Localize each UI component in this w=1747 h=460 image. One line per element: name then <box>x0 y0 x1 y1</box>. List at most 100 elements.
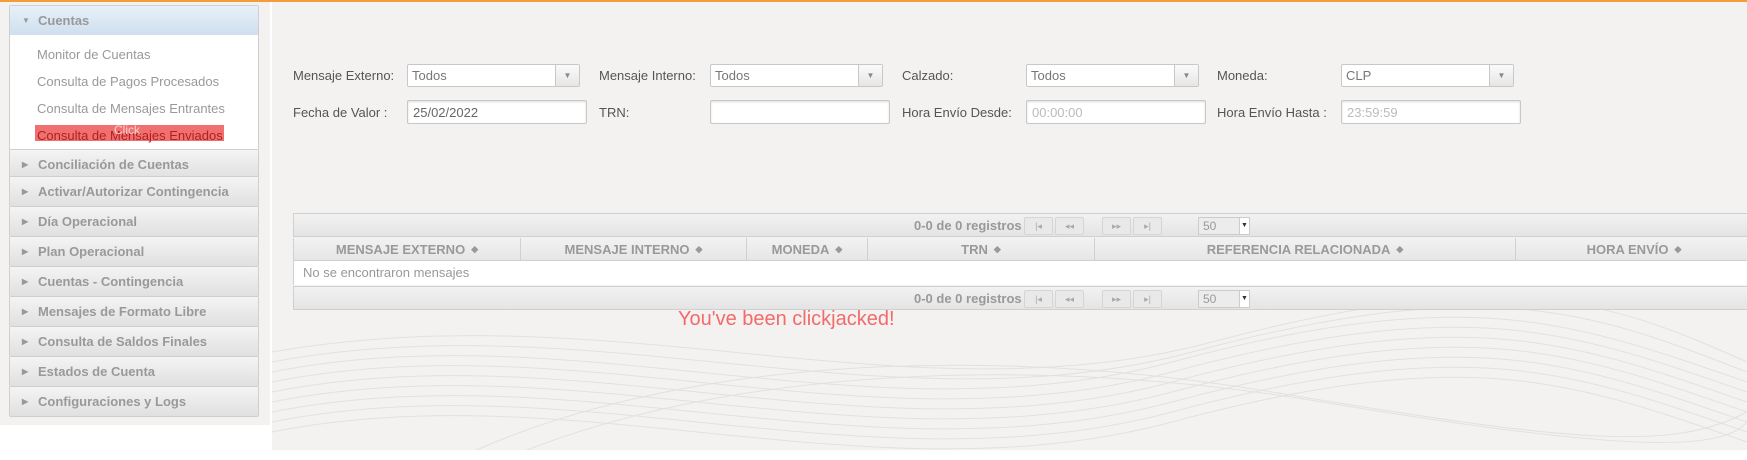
label-moneda: Moneda: <box>1217 68 1268 83</box>
column-label: TRN <box>961 241 988 257</box>
hora-desde-field[interactable] <box>1026 100 1206 124</box>
grid-header: MENSAJE EXTERNO ◆ MENSAJE INTERNO ◆ MONEDA… <box>293 238 1747 261</box>
column-label: MENSAJE INTERNO <box>564 241 690 257</box>
triangle-right-icon: ▶ <box>22 247 29 256</box>
accordion-section: ▶ Configuraciones y Logs <box>9 386 259 417</box>
select-value: Todos <box>412 68 447 83</box>
accordion-header-label: Cuentas - Contingencia <box>38 274 184 289</box>
trn-field[interactable] <box>710 100 890 124</box>
hora-hasta-field[interactable] <box>1341 100 1521 124</box>
link-consulta-pagos[interactable]: Consulta de Pagos Procesados <box>10 68 258 95</box>
triangle-right-icon: ▶ <box>22 337 29 346</box>
accordion-header-label: Día Operacional <box>38 214 137 229</box>
pager-info: 0-0 de 0 registros <box>914 291 1022 306</box>
column-label: HORA ENVÍO <box>1586 241 1669 257</box>
column-label: REFERENCIA RELACIONADA <box>1206 241 1391 257</box>
chevron-down-icon: ▼ <box>858 65 882 86</box>
next-page-icon[interactable]: ▸▸ <box>1102 217 1131 235</box>
chevron-down-icon: ▼ <box>1489 65 1513 86</box>
column-label: MENSAJE EXTERNO <box>335 241 466 257</box>
accordion-section: ▶ Activar/Autorizar Contingencia <box>9 176 259 207</box>
accordion-header-label: Mensajes de Formato Libre <box>38 304 207 319</box>
accordion-header[interactable]: ▶ Plan Operacional <box>10 237 258 266</box>
chevron-down-icon: ▼ <box>555 65 579 86</box>
accordion-header[interactable]: ▶ Activar/Autorizar Contingencia <box>10 177 258 206</box>
pager-info: 0-0 de 0 registros <box>914 218 1022 233</box>
page-size-select[interactable]: 50 ▼ <box>1198 217 1250 235</box>
triangle-right-icon: ▶ <box>22 277 29 286</box>
column-trn[interactable]: TRN ◆ <box>868 238 1095 260</box>
label-mensaje-externo: Mensaje Externo: <box>293 68 395 83</box>
select-mensaje-externo[interactable]: Todos ▼ <box>407 64 580 87</box>
column-hora-envio[interactable]: HORA ENVÍO ◆ <box>1516 238 1747 260</box>
accordion-header[interactable]: ▶ Día Operacional <box>10 207 258 236</box>
triangle-right-icon: ▶ <box>22 307 29 316</box>
label-calzado: Calzado: <box>902 68 954 83</box>
prev-page-icon[interactable]: ◂◂ <box>1055 290 1084 308</box>
link-consulta-enviados[interactable]: Consulta de Mensajes Enviados Click <box>10 122 258 149</box>
accordion-header-label: Consulta de Saldos Finales <box>38 334 208 349</box>
sort-icon: ◆ <box>1396 243 1404 254</box>
accordion-section: ▶ Plan Operacional <box>9 236 259 267</box>
accordion-section: ▶ Mensajes de Formato Libre <box>9 296 259 327</box>
column-mensaje-externo[interactable]: MENSAJE EXTERNO ◆ <box>294 238 521 260</box>
accordion-header[interactable]: ▶ Estados de Cuenta <box>10 357 258 386</box>
column-referencia[interactable]: REFERENCIA RELACIONADA ◆ <box>1095 238 1516 260</box>
page-size-select[interactable]: 50 ▼ <box>1198 290 1250 308</box>
label-mensaje-interno: Mensaje Interno: <box>599 68 696 83</box>
background-waves <box>272 302 1747 450</box>
first-page-icon[interactable]: |◂ <box>1024 217 1053 235</box>
accordion-header-label: Cuentas <box>38 13 90 28</box>
accordion-header-cuentas[interactable]: ▼ Cuentas <box>10 6 258 35</box>
sort-icon: ◆ <box>1674 243 1682 254</box>
select-calzado[interactable]: Todos ▼ <box>1026 64 1199 87</box>
select-moneda[interactable]: CLP ▼ <box>1341 64 1514 87</box>
sort-icon: ◆ <box>695 243 703 254</box>
sort-icon: ◆ <box>835 243 843 254</box>
page-size-value: 50 <box>1203 219 1217 233</box>
triangle-right-icon: ▶ <box>22 187 29 196</box>
grid-pager-top: 0-0 de 0 registros |◂ ◂◂ ▸▸ ▸| 50 ▼ <box>293 213 1747 237</box>
link-label: Consulta de Pagos Procesados <box>37 74 220 89</box>
link-label: Consulta de Mensajes Entrantes <box>37 101 225 116</box>
triangle-right-icon: ▶ <box>22 160 29 169</box>
link-consulta-entrantes[interactable]: Consulta de Mensajes Entrantes <box>10 95 258 122</box>
chevron-down-icon: ▼ <box>1239 291 1249 307</box>
sort-icon: ◆ <box>993 243 1001 254</box>
accordion-header[interactable]: ▶ Conciliación de Cuentas <box>10 150 258 179</box>
accordion-header[interactable]: ▶ Cuentas - Contingencia <box>10 267 258 296</box>
label-hora-hasta: Hora Envío Hasta : <box>1217 105 1327 120</box>
accordion-header[interactable]: ▶ Configuraciones y Logs <box>10 387 258 416</box>
first-page-icon[interactable]: |◂ <box>1024 290 1053 308</box>
accordion-cuentas: ▼ Cuentas Monitor de Cuentas Consulta de… <box>9 5 259 154</box>
prev-page-icon[interactable]: ◂◂ <box>1055 217 1084 235</box>
link-label: Monitor de Cuentas <box>37 47 151 62</box>
accordion-section: ▶ Día Operacional <box>9 206 259 237</box>
accordion-section: ▶ Estados de Cuenta <box>9 356 259 387</box>
triangle-right-icon: ▶ <box>22 367 29 376</box>
clickjack-overlay-label: Click <box>114 123 140 137</box>
label-fecha-valor: Fecha de Valor : <box>293 105 388 120</box>
label-trn: TRN: <box>599 105 630 120</box>
accordion-header-label: Estados de Cuenta <box>38 364 156 379</box>
column-mensaje-interno[interactable]: MENSAJE INTERNO ◆ <box>521 238 747 260</box>
last-page-icon[interactable]: ▸| <box>1133 217 1162 235</box>
grid-pager-bottom: 0-0 de 0 registros |◂ ◂◂ ▸▸ ▸| 50 ▼ <box>293 286 1747 310</box>
label-hora-desde: Hora Envío Desde: <box>902 105 1012 120</box>
select-value: CLP <box>1346 68 1372 83</box>
select-mensaje-interno[interactable]: Todos ▼ <box>710 64 883 87</box>
triangle-right-icon: ▶ <box>22 217 29 226</box>
column-moneda[interactable]: MONEDA ◆ <box>747 238 868 260</box>
page-size-value: 50 <box>1203 292 1217 306</box>
next-page-icon[interactable]: ▸▸ <box>1102 290 1131 308</box>
accordion-header-label: Configuraciones y Logs <box>38 394 187 409</box>
accordion-header[interactable]: ▶ Consulta de Saldos Finales <box>10 327 258 356</box>
accordion-header-label: Conciliación de Cuentas <box>38 157 189 172</box>
link-monitor-cuentas[interactable]: Monitor de Cuentas <box>10 41 258 68</box>
accordion-header[interactable]: ▶ Mensajes de Formato Libre <box>10 297 258 326</box>
fecha-valor-field[interactable] <box>407 100 587 124</box>
last-page-icon[interactable]: ▸| <box>1133 290 1162 308</box>
accordion-header-label: Activar/Autorizar Contingencia <box>38 184 229 199</box>
sidebar: ▼ Cuentas Monitor de Cuentas Consulta de… <box>0 2 270 425</box>
clickjack-message: You've been clickjacked! <box>678 308 895 330</box>
